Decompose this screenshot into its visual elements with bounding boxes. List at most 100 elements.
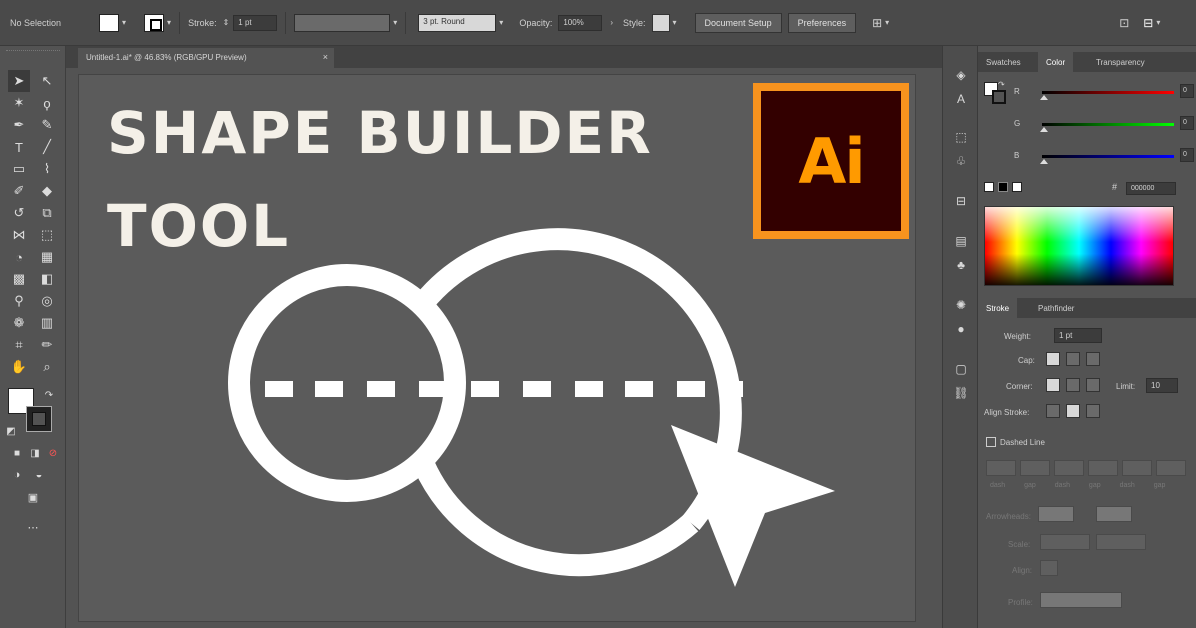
align-center-icon[interactable] <box>1046 404 1060 418</box>
gap-field[interactable] <box>1156 460 1186 476</box>
close-icon[interactable]: × <box>323 52 328 62</box>
dash-field[interactable] <box>1122 460 1152 476</box>
zoom-icon[interactable]: ⌕ <box>36 356 58 378</box>
eraser-icon[interactable]: ◆ <box>36 180 58 202</box>
chevron-down-icon[interactable]: ▾ <box>122 18 126 27</box>
brush-definition-field[interactable]: 3 pt. Round <box>418 13 497 32</box>
direct-selection-icon[interactable]: ↖ <box>36 70 58 92</box>
column-graph-icon[interactable]: ▥ <box>36 312 58 334</box>
chevron-down-icon[interactable]: ▾ <box>499 18 503 27</box>
appearance-icon[interactable]: ♣ <box>952 256 970 274</box>
gradient-icon[interactable]: ◧ <box>36 268 58 290</box>
links-icon[interactable]: ⛓ <box>952 384 970 402</box>
slider-red[interactable]: R 0 <box>1014 84 1194 100</box>
arrange-documents-icon[interactable]: ⊞ <box>872 16 882 30</box>
tab-stroke[interactable]: Stroke <box>978 298 1018 318</box>
align-inside-icon[interactable] <box>1066 404 1080 418</box>
slider-value[interactable]: 0 <box>1180 84 1194 98</box>
slider-value[interactable]: 0 <box>1180 116 1194 130</box>
draw-mode-icon[interactable]: ◑ <box>6 464 28 486</box>
rotate-icon[interactable]: ↺ <box>8 202 30 224</box>
dash-field[interactable] <box>986 460 1016 476</box>
line-icon[interactable]: ╱ <box>36 136 58 158</box>
hex-field[interactable]: 000000 <box>1126 182 1176 195</box>
layers-icon[interactable]: ◈ <box>952 66 970 84</box>
arrow-align-option[interactable] <box>1040 560 1058 576</box>
artboard-icon[interactable]: ⌗ <box>8 334 30 356</box>
brushes-icon[interactable]: ✺ <box>952 296 970 314</box>
lasso-icon[interactable]: ϙ <box>36 92 58 114</box>
bevel-join-icon[interactable] <box>1086 378 1100 392</box>
document-tab[interactable]: Untitled-1.ai* @ 46.83% (RGB/GPU Preview… <box>78 48 334 68</box>
slider-blue[interactable]: B 0 <box>1014 148 1194 164</box>
shaper-icon[interactable]: ✐ <box>8 180 30 202</box>
fill-swatch[interactable] <box>99 13 120 32</box>
black-swatch[interactable] <box>998 182 1008 192</box>
white-swatch[interactable] <box>1012 182 1022 192</box>
stepper-icon[interactable]: ⇕ <box>223 18 230 27</box>
opacity-field[interactable]: 100% <box>558 14 603 31</box>
artboard[interactable]: SHAPE BUILDER TOOL Ai <box>78 74 916 622</box>
none-mode-icon[interactable]: ⊘ <box>42 442 64 464</box>
default-colors-icon[interactable]: ◩ <box>0 420 22 442</box>
width-icon[interactable]: ⋈ <box>8 224 30 246</box>
chevron-down-icon[interactable]: ▾ <box>167 18 171 27</box>
transform-panel-icon[interactable]: ⊟ <box>1143 16 1153 30</box>
rectangle-icon[interactable]: ▭ <box>8 158 30 180</box>
color-spectrum[interactable] <box>984 206 1174 286</box>
document-setup-button[interactable]: Document Setup <box>694 12 782 33</box>
none-swatch-icon[interactable] <box>984 182 994 192</box>
projecting-cap-icon[interactable] <box>1086 352 1100 366</box>
chevron-down-icon[interactable]: ▾ <box>1156 18 1160 27</box>
free-transform-icon[interactable]: ⬚ <box>36 224 58 246</box>
symbol-sprayer-icon[interactable]: ❁ <box>8 312 30 334</box>
hand-icon[interactable]: ✋ <box>8 356 30 378</box>
screen-mode-icon[interactable]: ▣ <box>22 486 44 508</box>
artboards-panel-icon[interactable]: ▢ <box>952 360 970 378</box>
miter-join-icon[interactable] <box>1046 378 1060 392</box>
butt-cap-icon[interactable] <box>1046 352 1060 366</box>
stroke-panel-icon[interactable]: ● <box>952 320 970 338</box>
paintbrush-icon[interactable]: ⌇ <box>36 158 58 180</box>
end-scale-field[interactable] <box>1096 534 1146 550</box>
slider-value[interactable]: 0 <box>1180 148 1194 162</box>
chevron-down-icon[interactable]: ▾ <box>673 18 677 27</box>
magic-wand-icon[interactable]: ✶ <box>8 92 30 114</box>
align-outside-icon[interactable] <box>1086 404 1100 418</box>
tab-swatches[interactable]: Swatches <box>978 52 1029 72</box>
gradient-panel-icon[interactable]: ▤ <box>952 232 970 250</box>
dash-field[interactable] <box>1054 460 1084 476</box>
scale-icon[interactable]: ⧉ <box>36 202 58 224</box>
graphic-style-swatch[interactable] <box>651 13 670 32</box>
eyedropper-icon[interactable]: ⚲ <box>8 290 30 312</box>
tab-color[interactable]: Color <box>1038 52 1074 72</box>
perspective-icon[interactable]: ▦ <box>36 246 58 268</box>
start-arrowhead-select[interactable] <box>1038 506 1074 522</box>
shape-builder-icon[interactable]: ◔ <box>8 246 30 268</box>
round-cap-icon[interactable] <box>1066 352 1080 366</box>
round-join-icon[interactable] <box>1066 378 1080 392</box>
swap-colors-icon[interactable]: ↷ <box>38 384 60 406</box>
mesh-icon[interactable]: ▩ <box>8 268 30 290</box>
selection-tool-icon[interactable]: ➤ <box>8 70 30 92</box>
slider-green[interactable]: G 0 <box>1014 116 1194 132</box>
chevron-down-icon[interactable]: ▾ <box>393 18 397 27</box>
slice-icon[interactable]: ✏ <box>36 334 58 356</box>
blend-icon[interactable]: ◎ <box>36 290 58 312</box>
profile-select[interactable] <box>1040 592 1122 608</box>
more-tools-icon[interactable]: ⋯ <box>22 516 44 538</box>
type-icon[interactable]: T <box>8 136 30 158</box>
tab-transparency[interactable]: Transparency <box>1088 52 1153 72</box>
draw-behind-icon[interactable]: ◒ <box>28 464 50 486</box>
transform-icon[interactable]: ⬚ <box>952 128 970 146</box>
panel-grip[interactable] <box>6 50 60 54</box>
limit-field[interactable]: 10 <box>1146 378 1178 393</box>
color-panel-stroke[interactable] <box>992 90 1006 104</box>
gap-field[interactable] <box>1088 460 1118 476</box>
end-arrowhead-select[interactable] <box>1096 506 1132 522</box>
pen-icon[interactable]: ✒ <box>8 114 30 136</box>
dashed-line-checkbox[interactable] <box>986 437 996 447</box>
stroke-swatch[interactable] <box>144 13 165 32</box>
chevron-down-icon[interactable]: ▾ <box>885 18 889 27</box>
preferences-button[interactable]: Preferences <box>787 12 857 33</box>
